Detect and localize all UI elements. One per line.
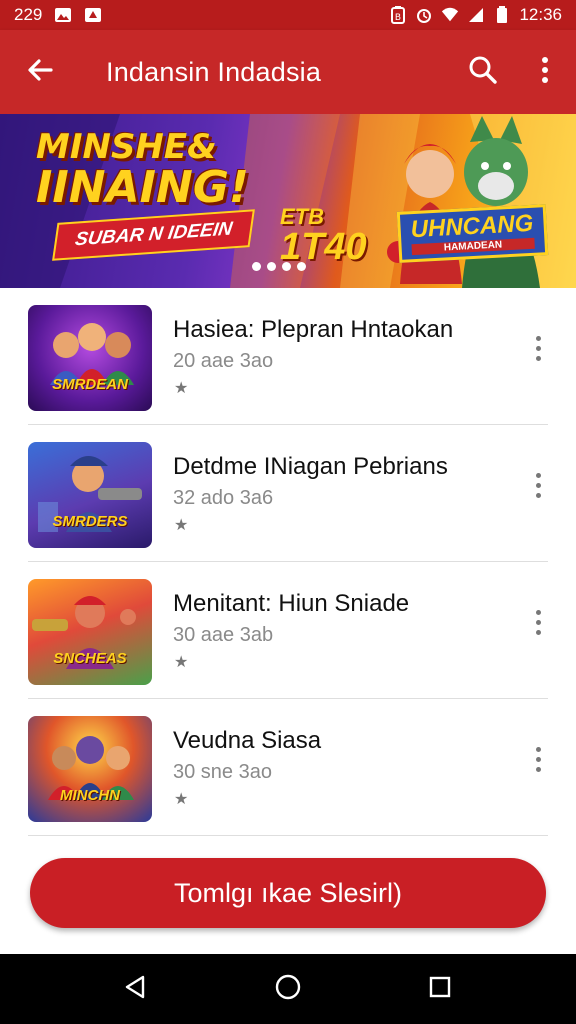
search-button[interactable] [452,30,514,114]
signal-icon [467,6,485,24]
photo-icon [54,6,72,24]
thumb-label: MINCHN [60,787,120,804]
status-time-left: 229 [14,5,43,24]
banner-title: MINSHE& IINAING! [36,130,249,210]
status-time-right: 12:36 [519,5,562,24]
battery-icon [493,6,511,24]
system-nav-bar [0,954,576,1024]
item-title: Detdme INiagan Pebrians [173,453,448,480]
promo-banner[interactable]: MINSHE& IINAING! SUBAR N IDEEIN ETB 1T40… [0,114,576,288]
nav-recents-button[interactable] [410,959,470,1019]
page-dot[interactable] [297,262,306,271]
item-title: Menitant: Hiun Sniade [173,590,410,617]
list-item[interactable]: SNCHEAS Menitant: Hiun Sniade 30 aae 3ab… [0,562,576,699]
arrow-back-icon [25,55,55,90]
battery-saver-icon: B [389,6,407,24]
game-thumbnail: SMRDEAN [28,305,152,411]
nav-home-button[interactable] [258,959,318,1019]
game-list: SMRDEAN Hasiea: Plepran Hntaokan 20 aae … [0,288,576,836]
banner-tag: UHNCANG HAMADEAN [396,204,548,263]
app-bar: Indansin Indadsia [0,30,576,114]
nav-recents-icon [428,975,452,1004]
back-button[interactable] [0,30,80,114]
item-meta: 32 ado 3a6 [173,487,274,509]
page-dot[interactable] [282,262,291,271]
more-vert-icon [540,55,550,90]
list-item[interactable]: MINCHN Veudna Siasa 30 sne 3ao ★ [0,699,576,836]
page-dot[interactable] [252,262,261,271]
banner-title-line2: IINAING! [36,162,249,213]
item-more-button[interactable] [524,465,552,505]
game-thumbnail: SMRDERS [28,442,152,548]
banner-tag-main: UHNCANG [410,209,534,244]
item-meta: 30 aae 3ab [173,624,274,646]
list-item[interactable]: SMRDERS Detdme INiagan Pebrians 32 ado 3… [0,425,576,562]
wifi-icon [441,6,459,24]
item-more-button[interactable] [524,328,552,368]
nav-back-button[interactable] [106,959,166,1019]
more-vert-icon [535,335,541,341]
item-meta: 20 aae 3ao [173,350,274,372]
primary-action-button[interactable]: Tomlgı ıkae Slesirl) [30,858,546,928]
game-thumbnail: SNCHEAS [28,579,152,685]
list-item[interactable]: SMRDEAN Hasiea: Plepran Hntaokan 20 aae … [0,288,576,425]
nav-back-icon [123,974,149,1005]
more-vert-icon [535,746,541,752]
item-title: Hasiea: Plepran Hntaokan [173,316,454,343]
page-title: Indansin Indadsia [106,56,322,87]
page-dot[interactable] [267,262,276,271]
star-icon: ★ [174,654,189,671]
banner-number: ETB 1T40 [280,204,367,267]
item-title: Veudna Siasa [173,727,322,754]
svg-text:B: B [395,13,401,23]
alarm-icon [415,6,433,24]
more-vert-icon [535,609,541,615]
banner-page-indicator [252,262,306,271]
star-icon: ★ [174,791,189,808]
star-icon: ★ [174,517,189,534]
item-meta: 30 sne 3ao [173,761,272,783]
overflow-menu-button[interactable] [514,30,576,114]
notification-icon [84,6,102,24]
item-more-button[interactable] [524,739,552,779]
star-icon: ★ [174,380,189,397]
nav-home-icon [274,973,302,1006]
item-more-button[interactable] [524,602,552,642]
game-thumbnail: MINCHN [28,716,152,822]
thumb-label: SMRDEAN [52,376,128,393]
more-vert-icon [535,472,541,478]
thumb-label: SNCHEAS [53,650,127,667]
thumb-label: SMRDERS [52,513,128,530]
banner-number-small: ETB [280,204,324,229]
banner-title-line1: MINSHE& [36,127,217,167]
status-bar: 229 B 12:36 [0,0,576,30]
search-icon [468,55,498,90]
